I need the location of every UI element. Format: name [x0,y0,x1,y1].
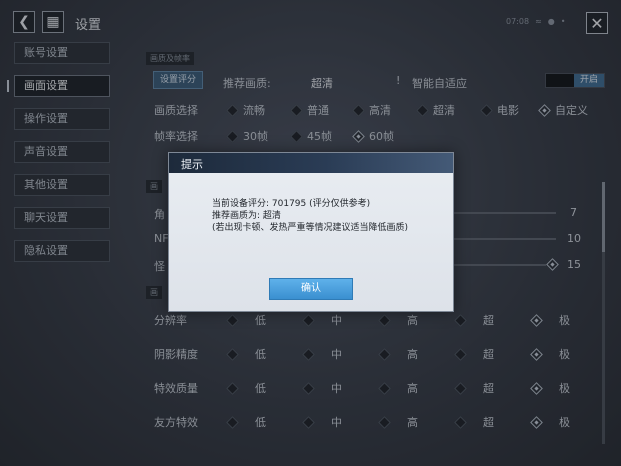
settings-screen: ❮ ▦ 设置 07:08 ≈ ● • ✕ 账号设置 画面设置 操作设置 声音设置… [0,0,621,466]
dialog-header: 提示 [169,153,453,173]
dialog-title: 提示 [181,158,203,171]
tip-dialog: 提示 当前设备评分: 701795 (评分仅供参考) 推荐画质为: 超清 (若出… [168,152,454,312]
recommended-quality-text: 推荐画质为: 超清 [212,211,281,221]
advice-text: (若出现卡顿、发热严重等情况建议适当降低画质) [212,223,409,233]
dialog-body: 当前设备评分: 701795 (评分仅供参考) 推荐画质为: 超清 (若出现卡顿… [212,198,408,234]
device-score-text: 当前设备评分: 701795 (评分仅供参考) [212,199,371,209]
confirm-button[interactable]: 确认 [269,278,353,300]
